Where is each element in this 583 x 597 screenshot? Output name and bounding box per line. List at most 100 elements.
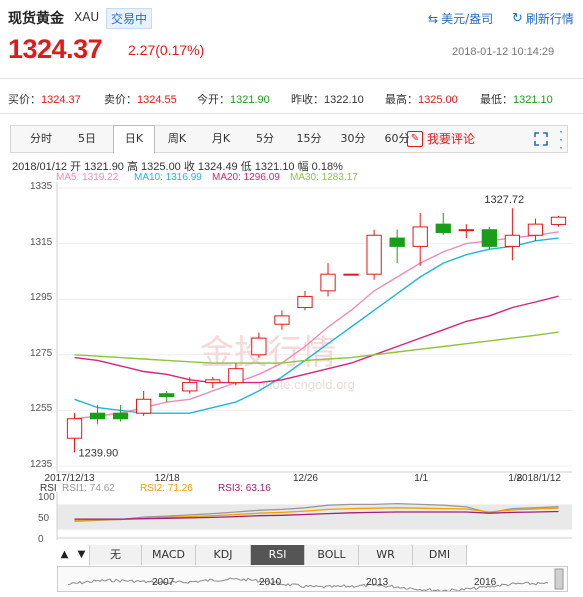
swap-icon: ⇆ xyxy=(428,11,439,26)
quote-label: 最高： xyxy=(385,93,418,106)
unit-toggle-button[interactable]: ⇆ 美元/盎司 xyxy=(428,10,493,27)
candle-body xyxy=(205,379,221,384)
quote-label: 今开： xyxy=(197,93,230,106)
y-tick-label: 1295 xyxy=(30,292,53,304)
y-tick-label: 1335 xyxy=(30,181,53,192)
indicator-button-macd[interactable]: MACD xyxy=(142,545,196,565)
navigator-year: 2010 xyxy=(259,577,282,588)
y-tick-label: 1315 xyxy=(30,236,53,248)
candle-body xyxy=(366,234,382,275)
candle-body xyxy=(343,273,359,276)
candle-body xyxy=(527,223,544,236)
quote-timestamp: 2018-01-12 10:14:29 xyxy=(452,46,555,58)
low-annotation: 1239.90 xyxy=(79,447,119,459)
quote-item: 卖价：1324.55 xyxy=(104,91,177,107)
indicator-button-kdj[interactable]: KDJ xyxy=(196,545,251,565)
refresh-icon: ↻ xyxy=(512,11,523,26)
quote-item: 昨收：1322.10 xyxy=(291,91,364,107)
x-tick-label: 12/26 xyxy=(292,473,318,484)
arrow-down-icon[interactable]: ▼ xyxy=(74,545,90,565)
navigator-handle[interactable] xyxy=(554,568,564,590)
high-annotation: 1327.72 xyxy=(484,194,524,206)
tab-7[interactable]: 30分 xyxy=(333,126,373,152)
y-tick-label: 1255 xyxy=(30,403,53,415)
quote-label: 最低： xyxy=(480,93,513,106)
quote-label: 买价： xyxy=(8,93,41,106)
edit-icon: ✎ xyxy=(407,131,423,147)
candle-body xyxy=(320,273,336,292)
current-price: 1324.37 xyxy=(8,34,103,64)
candle-body xyxy=(182,382,198,392)
divider xyxy=(0,113,583,114)
fullscreen-icon[interactable] xyxy=(534,131,548,146)
unit-toggle-label: 美元/盎司 xyxy=(441,12,494,26)
quote-value: 1325.00 xyxy=(418,94,458,106)
candle-body xyxy=(435,223,451,233)
indicator-button-rsi[interactable]: RSI xyxy=(251,545,305,565)
navigator-year: 2013 xyxy=(366,577,389,588)
more-icon[interactable]: · · · xyxy=(557,126,565,154)
refresh-button[interactable]: ↻ 刷新行情 xyxy=(512,10,574,27)
rsi-band xyxy=(57,504,572,530)
candle-body xyxy=(66,418,83,439)
rsi-tick-label: 50 xyxy=(38,513,50,524)
tab-6[interactable]: 15分 xyxy=(289,126,329,152)
refresh-label: 刷新行情 xyxy=(525,12,574,26)
navigator-year: 2007 xyxy=(152,577,175,588)
candle-body xyxy=(412,226,428,247)
comment-button[interactable]: ✎ 我要评论 xyxy=(407,126,475,152)
x-tick-label: 2018/1/12 xyxy=(516,473,561,484)
arrow-up-icon[interactable]: ▲ xyxy=(57,545,72,565)
period-tab-bar: 分时 5日 日K 周K 月K 5分 15分 30分 60分 ✎ 我要评论 · · · xyxy=(10,125,568,154)
candle-body xyxy=(159,393,175,398)
quote-item: 最高：1325.00 xyxy=(385,91,458,107)
indicator-button-dmi[interactable]: DMI xyxy=(413,545,467,565)
tab-0[interactable]: 分时 xyxy=(21,126,61,152)
quote-item: 今开：1321.90 xyxy=(197,91,270,107)
indicator-button-boll[interactable]: BOLL xyxy=(305,545,359,565)
tab-5[interactable]: 5分 xyxy=(245,126,285,152)
candle-body xyxy=(481,229,497,247)
quote-value: 1321.10 xyxy=(513,94,553,106)
quote-value: 1324.37 xyxy=(41,94,81,106)
tab-4[interactable]: 月K xyxy=(201,126,241,152)
quote-label: 卖价： xyxy=(104,93,137,106)
candle-body xyxy=(136,398,152,414)
instrument-code: XAU xyxy=(74,10,100,24)
rsi-chart[interactable]: 100 50 0 xyxy=(0,492,583,544)
candle-body xyxy=(389,237,405,247)
x-tick-label: 1/1 xyxy=(414,473,429,484)
watermark-url: quote.cngold.org xyxy=(258,377,355,392)
divider xyxy=(0,78,583,79)
candle-body xyxy=(89,412,106,420)
tab-1[interactable]: 5日 xyxy=(67,126,107,152)
tab-3[interactable]: 周K xyxy=(157,126,197,152)
quote-value: 1322.10 xyxy=(324,94,364,106)
candle-body xyxy=(228,368,244,384)
instrument-title: 现货黄金 xyxy=(8,11,64,27)
rsi-tick-label: 0 xyxy=(38,534,44,544)
candlestick-chart[interactable]: 金投行情quote.cngold.org1327.721239.90 xyxy=(0,182,583,474)
candle-body xyxy=(274,315,290,325)
indicator-button-无[interactable]: 无 xyxy=(90,545,142,565)
tab-2[interactable]: 日K xyxy=(113,125,155,153)
quote-value: 1324.55 xyxy=(137,94,177,106)
candle-body xyxy=(112,412,129,420)
navigator-year: 2016 xyxy=(474,577,497,588)
quote-value: 1321.90 xyxy=(230,94,270,106)
candle-body xyxy=(458,229,474,232)
comment-label: 我要评论 xyxy=(427,132,476,146)
price-change: 2.27(0.17%) xyxy=(128,42,205,58)
quote-item: 最低：1321.10 xyxy=(480,91,553,107)
y-tick-label: 1235 xyxy=(30,459,53,470)
candle-body xyxy=(550,216,567,225)
quote-label: 昨收： xyxy=(291,93,324,106)
rsi-tick-label: 100 xyxy=(38,492,55,503)
indicator-button-wr[interactable]: WR xyxy=(359,545,413,565)
candle-body xyxy=(504,234,521,247)
y-tick-label: 1275 xyxy=(30,347,53,359)
candle-body xyxy=(297,295,313,309)
quote-item: 买价：1324.37 xyxy=(8,91,81,107)
candle-body xyxy=(251,337,267,356)
status-badge: 交易中 xyxy=(106,8,153,29)
